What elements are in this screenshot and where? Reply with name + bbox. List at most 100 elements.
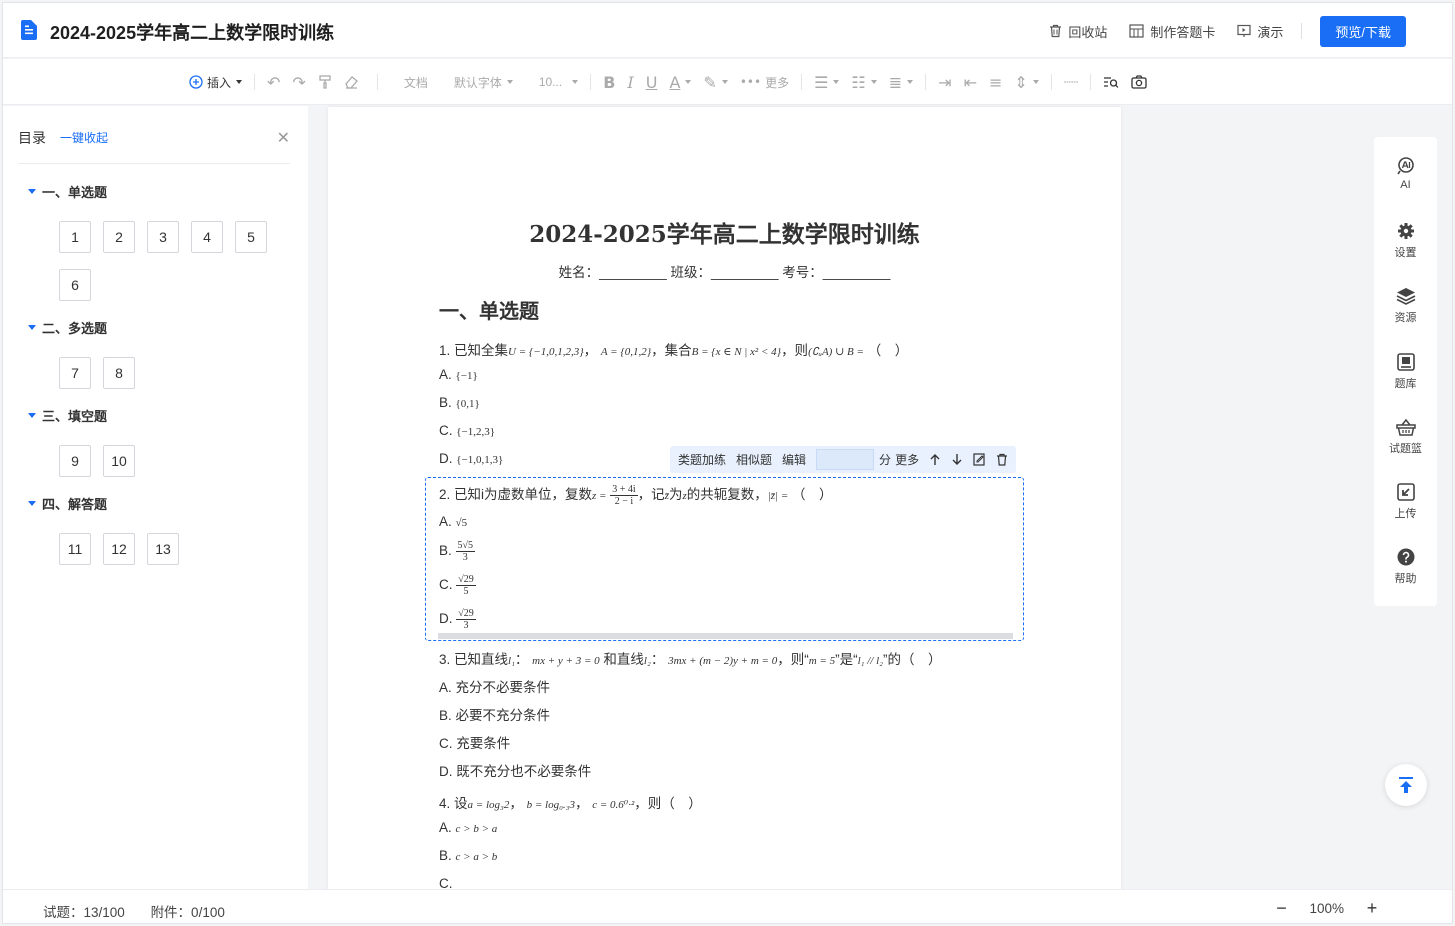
outline-section-label: 三、填空题 <box>42 409 108 424</box>
horizontal-scrollbar[interactable] <box>438 633 1013 639</box>
header-divider <box>1301 23 1303 39</box>
font-size-select[interactable]: 10... <box>539 72 579 92</box>
divider-button[interactable]: ┄┄ <box>1064 72 1078 92</box>
outline-question-9[interactable]: 9 <box>59 445 91 477</box>
highlight-button[interactable]: ✎ <box>703 72 728 92</box>
recycle-bin-button[interactable]: 回收站 <box>1049 22 1107 41</box>
similar-practice-button[interactable]: 类题加练 <box>678 451 726 468</box>
outline-question-5[interactable]: 5 <box>235 221 267 253</box>
question-1-option-c[interactable]: C. {−1,2,3} <box>439 423 495 438</box>
clear-format-button[interactable] <box>344 72 359 92</box>
redo-button[interactable]: ↷ <box>292 72 305 92</box>
line-spacing-button[interactable]: ⇕ <box>1014 72 1039 92</box>
question-3-option-c[interactable]: C. 充要条件 <box>439 732 510 752</box>
zoom-in-button[interactable]: + <box>1362 898 1382 919</box>
rail-resources-button[interactable]: 资源 <box>1374 287 1437 325</box>
undo-button[interactable]: ↶ <box>267 72 280 92</box>
question-2-option-c[interactable]: C. √29 5 <box>439 574 476 597</box>
outline-question-13[interactable]: 13 <box>147 533 179 565</box>
more-actions-button[interactable]: 更多 <box>895 451 919 468</box>
style-value: 文档 <box>403 75 428 90</box>
dashed-line-icon: ┄┄ <box>1063 75 1079 89</box>
style-select[interactable]: 文档 <box>404 72 428 92</box>
outline-section-multi-choice[interactable]: 二、多选题 <box>28 318 107 337</box>
align-button[interactable]: ≣ <box>889 72 914 92</box>
back-to-top-button[interactable] <box>1385 764 1427 806</box>
outline-question-6[interactable]: 6 <box>59 269 91 301</box>
decrease-indent-icon: ≡ <box>988 72 1003 92</box>
question-3-option-d[interactable]: D. 既不充分也不必要条件 <box>439 760 591 780</box>
layers-icon <box>1396 288 1415 305</box>
outline-question-10[interactable]: 10 <box>103 445 135 477</box>
outline-question-11[interactable]: 11 <box>59 533 91 565</box>
collapse-all-link[interactable]: 一键收起 <box>60 129 108 146</box>
indent-button[interactable]: ⇥ <box>938 72 951 92</box>
bullet-list-button[interactable]: ☰ <box>814 72 840 92</box>
preview-download-button[interactable]: 预览/下载 <box>1320 15 1406 47</box>
rail-help-button[interactable]: 帮助 <box>1374 548 1437 586</box>
outline-section-single-choice[interactable]: 一、单选题 <box>28 182 107 201</box>
arrow-up-icon[interactable] <box>929 453 941 466</box>
outline-question-4[interactable]: 4 <box>191 221 223 253</box>
chevron-down-icon <box>236 80 243 84</box>
outline-question-2[interactable]: 2 <box>103 221 135 253</box>
font-color-button[interactable]: A <box>669 72 692 92</box>
question-3-stem[interactable]: 3. 已知直线l₁： mx + y + 3 = 0 和直线l₂： 3mx + (… <box>439 648 941 668</box>
decrease-indent-button[interactable]: ≡ <box>989 72 1002 92</box>
font-select[interactable]: 默认字体 <box>454 72 513 92</box>
question-count: 试题：13/100 <box>43 905 125 920</box>
bold-button[interactable]: B <box>603 72 615 92</box>
zoom-out-button[interactable]: − <box>1271 898 1291 919</box>
question-2-option-a[interactable]: A. √5 <box>439 514 467 529</box>
outline-section-fill-blank[interactable]: 三、填空题 <box>28 406 107 425</box>
present-button[interactable]: 演示 <box>1237 22 1283 41</box>
basket-icon <box>1395 418 1416 436</box>
score-input[interactable] <box>816 449 875 470</box>
outline-question-12[interactable]: 12 <box>103 533 135 565</box>
question-2-stem[interactable]: 2. 已知i为虚数单位，复数z = 3 + 4i 2 − i ，记z̄为z的共轭复数… <box>439 483 833 507</box>
outdent-button[interactable]: ⇤ <box>964 72 977 92</box>
question-2-option-b[interactable]: B. 5√5 3 <box>439 540 476 563</box>
arrow-down-icon[interactable] <box>951 453 963 466</box>
question-3-option-b[interactable]: B. 必要不充分条件 <box>439 704 550 724</box>
rail-basket-button[interactable]: 试题篮 <box>1374 418 1437 456</box>
question-4-option-a[interactable]: A. c > b > a <box>439 820 497 835</box>
more-button[interactable]: ••• 更多 <box>740 72 789 92</box>
close-icon[interactable]: ✕ <box>277 128 290 148</box>
question-1-option-b[interactable]: B. {0,1} <box>439 395 480 410</box>
redo-icon: ↷ <box>292 72 306 92</box>
format-painter-button[interactable] <box>318 72 332 92</box>
italic-button[interactable]: I <box>627 72 633 92</box>
screenshot-button[interactable] <box>1131 72 1147 92</box>
outline-question-7[interactable]: 7 <box>59 357 91 389</box>
question-4-stem[interactable]: 4. 设a = log₃2， b = log₀.₃3， c = 0.6⁰·²，则… <box>439 792 702 812</box>
edit-note-icon[interactable] <box>973 453 986 466</box>
trash-icon[interactable] <box>996 453 1008 466</box>
present-icon <box>1237 24 1251 37</box>
similar-question-button[interactable]: 相似题 <box>736 451 772 468</box>
question-2-option-d[interactable]: D. √29 3 <box>439 608 476 631</box>
italic-icon: I <box>627 72 634 92</box>
question-3-option-a[interactable]: A. 充分不必要条件 <box>439 676 550 696</box>
rail-question-bank-button[interactable]: 题库 <box>1374 353 1437 391</box>
underline-button[interactable]: U <box>646 72 658 92</box>
rail-settings-button[interactable]: 设置 <box>1374 222 1437 260</box>
numbered-list-button[interactable]: ☷ <box>851 72 877 92</box>
answer-card-button[interactable]: 制作答题卡 <box>1129 22 1215 41</box>
outline-question-8[interactable]: 8 <box>103 357 135 389</box>
edit-question-button[interactable]: 编辑 <box>782 451 806 468</box>
question-1-option-d[interactable]: D. {−1,0,1,3} <box>439 451 503 466</box>
rail-upload-button[interactable]: 上传 <box>1374 483 1437 521</box>
rail-ai-button[interactable]: AI <box>1374 157 1437 191</box>
rail-upload-label: 上传 <box>1394 508 1417 520</box>
document-page[interactable]: 2024-2025学年高二上数学限时训练 姓名：_________ 班级：___… <box>328 107 1121 897</box>
question-1-option-a[interactable]: A. {−1} <box>439 367 478 382</box>
outline-section-answer[interactable]: 四、解答题 <box>28 494 107 513</box>
outline-question-1[interactable]: 1 <box>59 221 91 253</box>
insert-button[interactable]: 插入 <box>189 72 243 92</box>
question-4-option-b[interactable]: B. c > a > b <box>439 848 497 863</box>
question-1-stem[interactable]: 1. 已知全集U = {−1,0,1,2,3}， A = {0,1,2}，集合B… <box>439 339 908 359</box>
document-title[interactable]: 2024-2025学年高二上数学限时训练 <box>50 19 334 45</box>
find-replace-button[interactable] <box>1103 72 1119 92</box>
outline-question-3[interactable]: 3 <box>147 221 179 253</box>
